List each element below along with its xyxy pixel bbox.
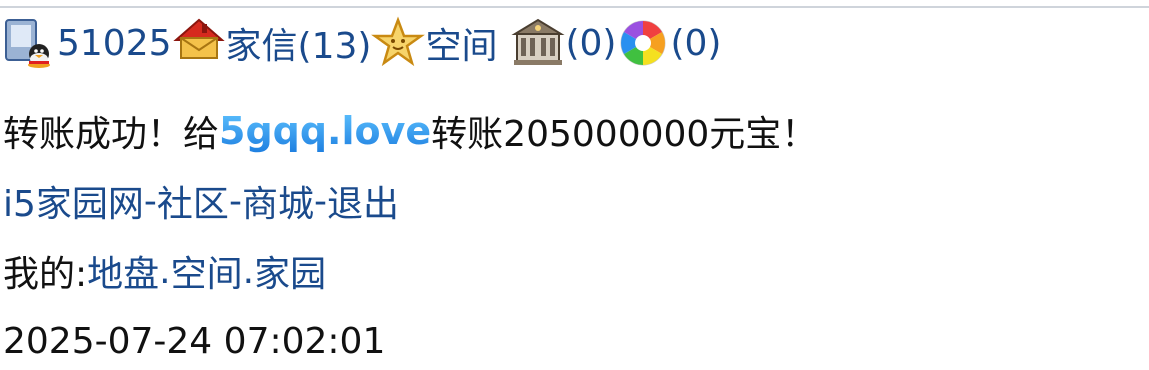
my-links: 我的: 地盘 . 空间 . 家园 [3, 242, 326, 300]
recipient-link[interactable]: 5gqq.love [219, 109, 431, 153]
site-nav: i5家园网 - 社区 - 商城 - 退出 [3, 172, 399, 230]
my-dot-separator: . [242, 250, 255, 292]
nav-separator: - [228, 180, 242, 222]
status-bar: 51025 家信(13) 空间 (0) (0) [3, 14, 721, 72]
transfer-message: 转账成功！给 5gqq.love 转账205000000元宝！ [3, 102, 817, 160]
building-icon[interactable] [511, 16, 566, 70]
my-space-link[interactable]: 空间 [171, 245, 243, 297]
my-homeland-link[interactable]: 家园 [254, 245, 326, 297]
nav-mall-link[interactable]: 商城 [242, 175, 314, 227]
message-suffix: 转账205000000元宝！ [431, 114, 818, 155]
nav-community-link[interactable]: 社区 [157, 175, 229, 227]
top-divider [0, 6, 1149, 8]
message-prefix: 转账成功！给 [3, 114, 220, 155]
building-count-link[interactable]: (0) [565, 23, 616, 64]
mail-house-icon[interactable] [172, 16, 226, 70]
nav-home-link[interactable]: i5家园网 [3, 175, 144, 227]
album-count-link[interactable]: (0) [670, 23, 721, 64]
qq-user-icon[interactable] [3, 16, 57, 70]
timestamp: 2025-07-24 07:02:01 [3, 320, 386, 362]
star-icon[interactable] [371, 16, 426, 70]
colorful-aperture-icon[interactable] [616, 16, 670, 70]
nav-logout-link[interactable]: 退出 [327, 175, 399, 227]
nav-separator: - [313, 180, 327, 222]
user-id-link[interactable]: 51025 [57, 23, 172, 64]
nav-separator: - [143, 180, 157, 222]
my-land-link[interactable]: 地盘 [87, 245, 159, 297]
space-link[interactable]: 空间 [425, 17, 497, 69]
my-label: 我的: [3, 254, 88, 295]
my-dot-separator: . [159, 250, 171, 292]
mail-link[interactable]: 家信(13) [226, 17, 372, 69]
